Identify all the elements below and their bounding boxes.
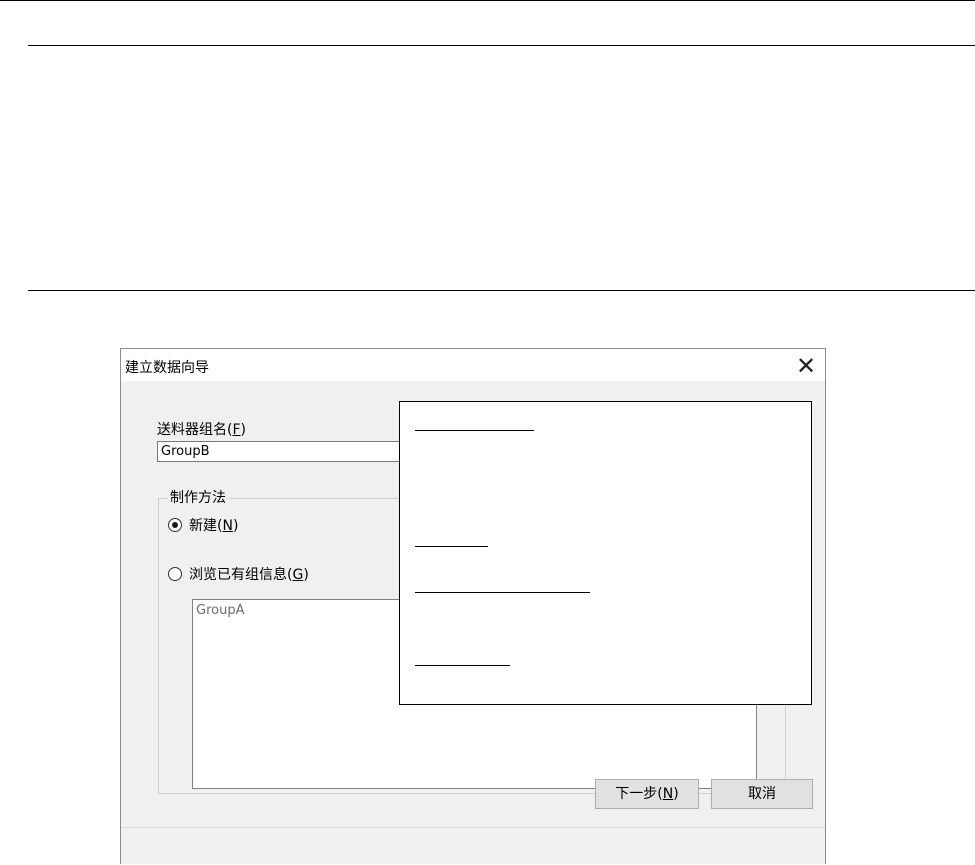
browse-existing-label-suffix: ) [303,567,309,583]
browse-existing-label-key: G [292,567,304,583]
browse-existing-radio-label[interactable]: 浏览已有组信息(G) [189,564,309,584]
dialog-status-strip [121,827,825,864]
next-button-label-suffix: ) [673,786,679,802]
browse-existing-label-prefix: 浏览已有组信息( [189,567,293,583]
feeder-group-name-label-prefix: 送料器组名( [157,422,233,438]
callout-underline [415,430,534,431]
next-button-label-key: N [662,786,674,802]
callout-underline [415,546,488,547]
feeder-group-name-label-suffix: ) [240,422,246,438]
section-rule-upper [28,45,975,46]
feeder-group-name-label: 送料器组名(F) [157,419,246,439]
close-icon[interactable]: ✕ [791,351,821,381]
feeder-group-name-label-key: F [232,422,241,438]
browse-existing-radio-button[interactable] [168,567,182,581]
annotation-callout-box [399,401,812,705]
new-radio-label-suffix: ) [232,518,239,534]
cancel-button[interactable]: 取消 [711,779,813,809]
callout-underline [415,665,510,666]
callout-underline [415,592,590,593]
feeder-group-name-input[interactable]: GroupB [157,441,411,462]
method-groupbox-label: 制作方法 [167,487,229,507]
next-button[interactable]: 下一步(N) [595,779,699,809]
top-rule [0,0,975,1]
new-radio-label-prefix: 新建( [189,518,223,534]
next-button-label-prefix: 下一步( [615,786,663,802]
new-radio-button[interactable] [168,518,182,532]
new-radio-label[interactable]: 新建(N) [189,515,238,535]
dialog-title: 建立数据向导 [125,360,209,376]
list-item[interactable]: GroupA [196,603,244,618]
new-radio-label-key: N [222,518,233,534]
document-page: 建立数据向导 ✕ 送料器组名(F) GroupB 制作方法 新建(N) 浏览已有… [0,0,975,865]
section-rule-lower [28,290,975,291]
